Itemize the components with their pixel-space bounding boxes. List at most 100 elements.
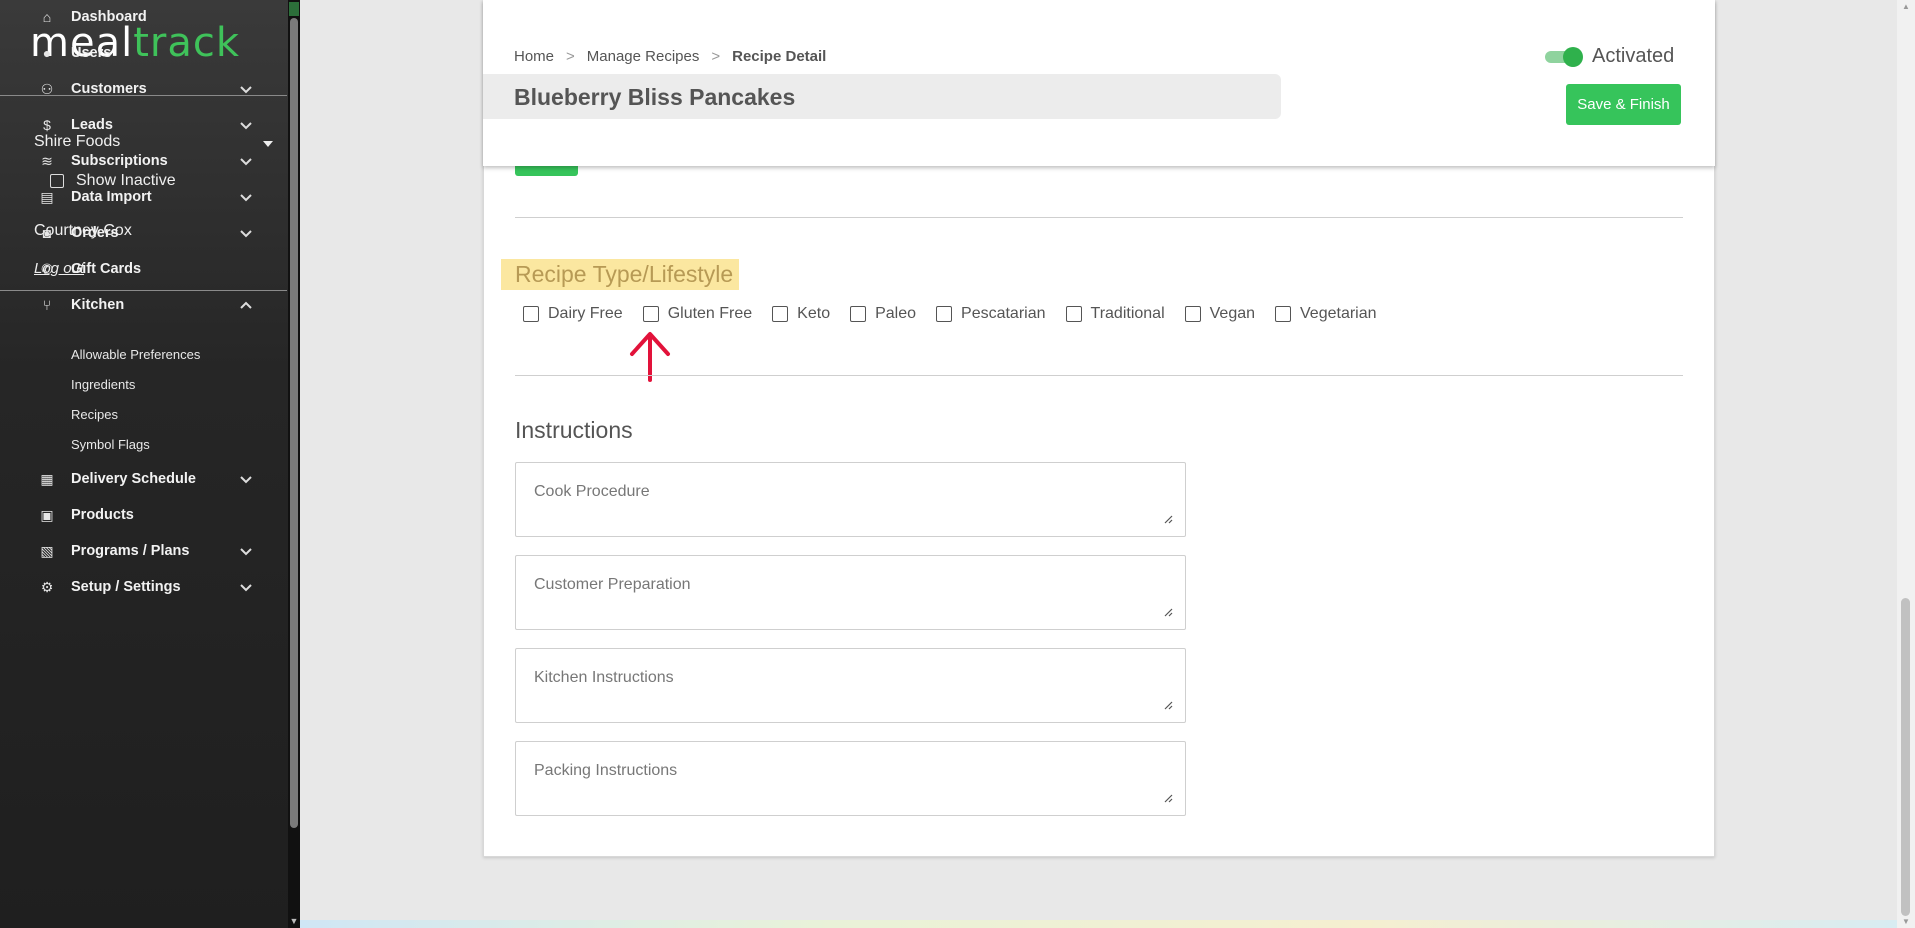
- breadcrumb-current: Recipe Detail: [732, 48, 827, 65]
- cook-procedure-textarea[interactable]: Cook Procedure: [515, 462, 1186, 537]
- resize-handle-icon[interactable]: [1164, 701, 1173, 710]
- scroll-up-icon[interactable]: ▲: [1897, 2, 1915, 11]
- sidebar-item-label: Gift Cards: [71, 261, 142, 277]
- clipboard-icon: ▧: [40, 542, 54, 559]
- checkbox-icon[interactable]: [642, 306, 659, 322]
- phone-icon: ✆: [41, 260, 53, 277]
- checkbox-icon[interactable]: [1184, 306, 1201, 322]
- scroll-down-icon[interactable]: ▼: [288, 916, 300, 926]
- user-icon: ●: [42, 45, 52, 61]
- breadcrumb: Home > Manage Recipes > Recipe Detail: [514, 48, 826, 65]
- lifestyle-checkbox-paleo[interactable]: Paleo: [850, 305, 916, 323]
- sidebar-item-gift-cards[interactable]: ✆ Gift Cards: [0, 252, 287, 286]
- sidebar-item-orders[interactable]: ◙ Orders: [0, 216, 287, 250]
- sidebar-item-products[interactable]: ▣ Products: [0, 498, 287, 532]
- resize-handle-icon[interactable]: [1164, 608, 1173, 617]
- chevron-down-icon[interactable]: [239, 154, 253, 168]
- main-scrollbar[interactable]: ▲ ▼: [1897, 0, 1915, 928]
- sidebar-item-label: Delivery Schedule: [71, 471, 196, 487]
- chevron-down-icon[interactable]: [239, 580, 253, 594]
- sidebar-item-leads[interactable]: $ Leads: [0, 108, 287, 142]
- sidebar: mealtrack Shire Foods Show Inactive Cour…: [0, 0, 300, 928]
- checkbox-label: Pescatarian: [961, 305, 1046, 322]
- bag-icon: ◙: [42, 225, 52, 241]
- scroll-down-icon[interactable]: ▼: [1897, 917, 1915, 926]
- chevron-down-icon[interactable]: [239, 544, 253, 558]
- checkbox-label: Paleo: [875, 305, 917, 322]
- resize-handle-icon[interactable]: [1164, 515, 1173, 524]
- page-title: Blueberry Bliss Pancakes: [514, 84, 796, 110]
- partially-hidden-button[interactable]: [515, 166, 578, 176]
- lifestyle-checkbox-traditional[interactable]: Traditional: [1065, 305, 1165, 323]
- sidebar-subitem-ingredients[interactable]: Ingredients: [71, 377, 135, 392]
- sidebar-item-subscriptions[interactable]: ≋ Subscriptions: [0, 144, 287, 178]
- layers-icon: ≋: [41, 152, 53, 169]
- checkbox-label: Vegan: [1209, 305, 1256, 322]
- sidebar-item-data-import[interactable]: ▤ Data Import: [0, 180, 287, 214]
- sidebar-item-label: Programs / Plans: [71, 543, 190, 559]
- sidebar-item-programs-plans[interactable]: ▧ Programs / Plans: [0, 534, 287, 568]
- sidebar-item-kitchen[interactable]: ⑂ Kitchen: [0, 288, 287, 322]
- checkbox-label: Gluten Free: [667, 305, 753, 322]
- breadcrumb-separator: >: [711, 48, 721, 65]
- checkbox-label: Traditional: [1090, 305, 1165, 322]
- lifestyle-checkbox-vegetarian[interactable]: Vegetarian: [1275, 305, 1377, 323]
- sidebar-item-setup-settings[interactable]: ⚙ Setup / Settings: [0, 570, 287, 604]
- sidebar-item-label: Products: [71, 507, 134, 523]
- lifestyle-checkbox-keto[interactable]: Keto: [772, 305, 830, 323]
- recipe-title-field[interactable]: Blueberry Bliss Pancakes: [483, 74, 1281, 119]
- sidebar-item-label: Leads: [71, 117, 113, 133]
- checkbox-label: Dairy Free: [548, 305, 623, 322]
- chevron-up-icon[interactable]: [239, 298, 253, 312]
- save-finish-button[interactable]: Save & Finish: [1566, 84, 1681, 125]
- breadcrumb-separator: >: [566, 48, 575, 65]
- activated-toggle[interactable]: [1545, 47, 1583, 67]
- checkbox-icon[interactable]: [1275, 306, 1292, 322]
- checkbox-icon[interactable]: [936, 306, 953, 322]
- customer-preparation-textarea[interactable]: Customer Preparation: [515, 555, 1186, 630]
- scrollbar-thumb[interactable]: [290, 18, 298, 828]
- lifestyle-checkbox-pescatarian[interactable]: Pescatarian: [936, 305, 1046, 323]
- checkbox-icon[interactable]: [1065, 306, 1082, 322]
- toggle-knob: [1563, 47, 1583, 67]
- sidebar-item-label: Users: [71, 45, 112, 61]
- checkbox-icon[interactable]: [772, 306, 789, 322]
- scrollbar-thumb[interactable]: [1901, 598, 1910, 916]
- lifestyle-checkbox-vegan[interactable]: Vegan: [1184, 305, 1256, 323]
- recipe-header: Home > Manage Recipes > Recipe Detail Bl…: [483, 0, 1715, 166]
- taskbar-strip: [300, 920, 1897, 928]
- chevron-down-icon[interactable]: [239, 118, 253, 132]
- users-icon: ⚇: [40, 80, 54, 97]
- chevron-down-icon[interactable]: [239, 226, 253, 240]
- textarea-placeholder: Kitchen Instructions: [534, 669, 674, 686]
- breadcrumb-manage-recipes[interactable]: Manage Recipes: [587, 48, 700, 65]
- lifestyle-checkbox-dairy-free[interactable]: Dairy Free: [523, 305, 623, 323]
- kitchen-instructions-textarea[interactable]: Kitchen Instructions: [515, 648, 1186, 723]
- gear-icon: ⚙: [40, 578, 54, 595]
- textarea-placeholder: Customer Preparation: [534, 576, 691, 593]
- checkbox-icon[interactable]: [850, 306, 867, 322]
- lifestyle-checkbox-gluten-free[interactable]: Gluten Free: [642, 305, 753, 323]
- lifestyle-section-title: Recipe Type/Lifestyle: [501, 259, 740, 290]
- textarea-placeholder: Packing Instructions: [534, 762, 678, 779]
- sidebar-item-customers[interactable]: ⚇ Customers: [0, 72, 287, 106]
- sidebar-item-users[interactable]: ● Users: [0, 36, 287, 70]
- scroll-up-icon[interactable]: [289, 2, 299, 16]
- sidebar-item-dashboard[interactable]: ⌂ Dashboard: [0, 0, 287, 34]
- packing-instructions-textarea[interactable]: Packing Instructions: [515, 741, 1186, 816]
- breadcrumb-home[interactable]: Home: [514, 48, 554, 65]
- checkbox-icon[interactable]: [523, 306, 539, 322]
- utensils-icon: ⑂: [42, 297, 52, 313]
- chevron-down-icon[interactable]: [239, 190, 253, 204]
- status-label: Activated: [1592, 45, 1675, 67]
- sidebar-scrollbar[interactable]: ▼: [288, 0, 300, 928]
- chevron-down-icon[interactable]: [239, 472, 253, 486]
- resize-handle-icon[interactable]: [1164, 794, 1173, 803]
- sidebar-item-label: Dashboard: [71, 9, 147, 25]
- sidebar-item-delivery-schedule[interactable]: ▦ Delivery Schedule: [0, 462, 287, 496]
- calendar-icon: ▦: [40, 470, 54, 487]
- sidebar-subitem-symbol-flags[interactable]: Symbol Flags: [71, 437, 150, 452]
- sidebar-subitem-allowable-preferences[interactable]: Allowable Preferences: [71, 347, 200, 362]
- chevron-down-icon[interactable]: [239, 82, 253, 96]
- sidebar-subitem-recipes[interactable]: Recipes: [71, 407, 118, 422]
